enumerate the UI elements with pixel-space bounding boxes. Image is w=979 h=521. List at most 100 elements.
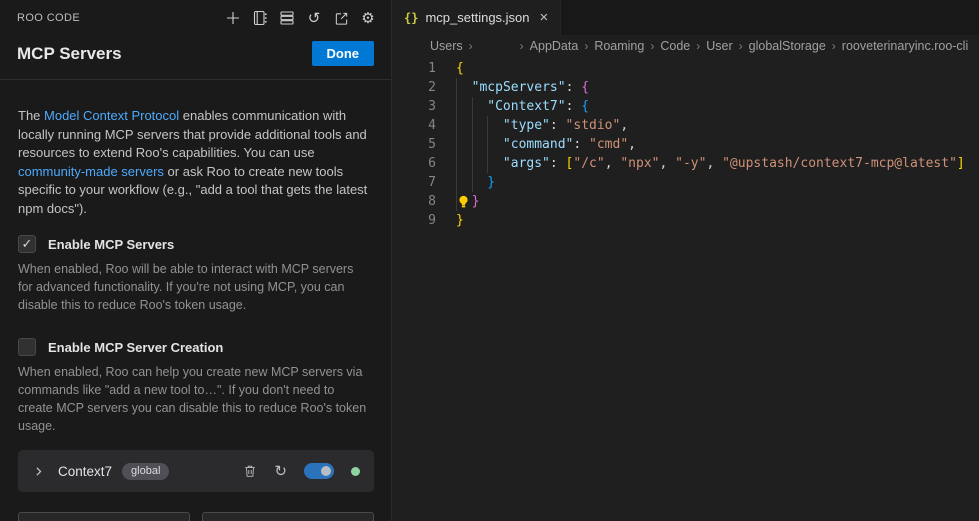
- app-window: ROO CODE ↺ ⚙ MCP Servers Done: [0, 0, 979, 521]
- code-line-content: }: [456, 211, 464, 230]
- code-token: [: [566, 154, 574, 173]
- breadcrumb-separator-icon: ›: [584, 39, 588, 53]
- description-text: The: [18, 108, 44, 123]
- line-number: 7: [392, 173, 436, 192]
- code-line[interactable]: 2 "mcpServers": {: [392, 78, 979, 97]
- history-icon[interactable]: ↺: [305, 9, 323, 27]
- breadcrumb: Users››AppData›Roaming›Code›User›globalS…: [392, 35, 979, 57]
- edit-global-mcp-button[interactable]: ✎ Edit Global MCP: [18, 512, 190, 521]
- delete-trash-icon[interactable]: [243, 464, 257, 478]
- code-token: :: [566, 97, 582, 116]
- tab-close-icon[interactable]: ×: [540, 10, 549, 25]
- code-line[interactable]: 6"args": ["/c", "npx", "-y", "@upstash/c…: [392, 154, 979, 173]
- mcp-servers-icon[interactable]: [278, 9, 296, 27]
- server-row-context7[interactable]: Context7 global ↻: [18, 450, 374, 492]
- code-token: "stdio": [566, 116, 621, 135]
- roo-code-panel: ROO CODE ↺ ⚙ MCP Servers Done: [0, 0, 392, 521]
- breadcrumb-item[interactable]: Users: [430, 39, 463, 53]
- tab-mcp-settings[interactable]: {} mcp_settings.json ×: [392, 0, 561, 35]
- code-token: "-y": [675, 154, 706, 173]
- code-token: ]: [957, 154, 965, 173]
- line-number: 9: [392, 211, 436, 230]
- breadcrumb-separator-icon: ›: [650, 39, 654, 53]
- code-token: :: [573, 135, 589, 154]
- indent-guide: [487, 135, 503, 154]
- code-line[interactable]: 8}: [392, 192, 979, 211]
- indent-guide: [487, 116, 503, 135]
- mcp-header: MCP Servers Done: [0, 27, 391, 79]
- lightbulb-icon[interactable]: [456, 192, 472, 211]
- model-context-protocol-link[interactable]: Model Context Protocol: [44, 108, 179, 123]
- code-token: "/c": [573, 154, 604, 173]
- breadcrumb-item[interactable]: Roaming: [594, 39, 644, 53]
- code-line[interactable]: 3"Context7": {: [392, 97, 979, 116]
- tab-filename: mcp_settings.json: [425, 10, 529, 25]
- open-in-editor-icon[interactable]: [332, 9, 350, 27]
- server-status-dot: [351, 467, 360, 476]
- code-token: "Context7": [487, 97, 565, 116]
- code-line[interactable]: 5"command": "cmd",: [392, 135, 979, 154]
- header-divider: [0, 79, 391, 80]
- code-token: "command": [503, 135, 573, 154]
- code-line-content: }: [456, 192, 479, 211]
- restart-refresh-icon[interactable]: ↻: [274, 464, 287, 479]
- enable-mcp-servers-checkbox[interactable]: ✓: [18, 235, 36, 253]
- breadcrumb-item[interactable]: rooveterinaryinc.roo-cli: [842, 39, 968, 53]
- expand-chevron-icon[interactable]: [32, 465, 45, 478]
- check-icon: ✓: [22, 236, 33, 252]
- server-enabled-toggle[interactable]: [304, 463, 334, 479]
- code-token: {: [581, 78, 589, 97]
- code-line-content: "args": ["/c", "npx", "-y", "@upstash/co…: [456, 154, 965, 173]
- code-line[interactable]: 1{: [392, 59, 979, 78]
- line-number: 4: [392, 116, 436, 135]
- enable-mcp-creation-checkbox[interactable]: ✓: [18, 338, 36, 356]
- code-token: ,: [706, 154, 722, 173]
- enable-mcp-creation-row: ✓ Enable MCP Server Creation: [18, 338, 373, 356]
- code-line-content: }: [456, 173, 495, 192]
- code-token: ,: [628, 135, 636, 154]
- breadcrumb-item[interactable]: AppData: [530, 39, 579, 53]
- line-number: 2: [392, 78, 436, 97]
- breadcrumb-separator-icon: ›: [696, 39, 700, 53]
- indent-guide: [472, 154, 488, 173]
- panel-toolbar: ↺ ⚙: [224, 9, 377, 27]
- server-row-actions: ↻: [243, 463, 360, 479]
- breadcrumb-separator-icon: ›: [520, 39, 524, 53]
- code-token: "npx": [620, 154, 659, 173]
- code-token: }: [472, 192, 480, 211]
- edit-project-mcp-button[interactable]: ✎ Edit Project MCP: [202, 512, 374, 521]
- code-line[interactable]: 7}: [392, 173, 979, 192]
- code-token: {: [456, 59, 464, 78]
- indent-guide: [472, 135, 488, 154]
- code-line[interactable]: 4"type": "stdio",: [392, 116, 979, 135]
- settings-gear-icon[interactable]: ⚙: [359, 9, 377, 27]
- breadcrumb-item[interactable]: Code: [660, 39, 690, 53]
- code-token: }: [456, 211, 464, 230]
- code-area[interactable]: 1{2"mcpServers": {3"Context7": {4"type":…: [392, 57, 979, 521]
- line-number: 1: [392, 59, 436, 78]
- code-token: :: [566, 78, 582, 97]
- done-button[interactable]: Done: [312, 41, 375, 66]
- json-file-icon: {}: [404, 11, 418, 25]
- new-task-plus-icon[interactable]: [224, 9, 242, 27]
- enable-mcp-creation-description: When enabled, Roo can help you create ne…: [18, 363, 368, 435]
- code-line[interactable]: 9}: [392, 211, 979, 230]
- line-number: 8: [392, 192, 436, 211]
- enable-mcp-servers-description: When enabled, Roo will be able to intera…: [18, 260, 368, 314]
- indent-guide: [472, 97, 488, 116]
- code-token: "@upstash/context7-mcp@latest": [722, 154, 957, 173]
- code-token: {: [581, 97, 589, 116]
- page-title: MCP Servers: [17, 44, 122, 64]
- indent-guide: [456, 135, 472, 154]
- panel-titlebar: ROO CODE ↺ ⚙: [0, 0, 391, 27]
- breadcrumb-item[interactable]: User: [706, 39, 732, 53]
- code-line-content: "Context7": {: [456, 97, 589, 116]
- prompts-notebook-icon[interactable]: [251, 9, 269, 27]
- breadcrumb-item[interactable]: globalStorage: [749, 39, 826, 53]
- server-scope-badge: global: [122, 463, 169, 480]
- community-made-servers-link[interactable]: community-made servers: [18, 164, 164, 179]
- indent-guide: [472, 173, 488, 192]
- code-token: ,: [605, 154, 621, 173]
- code-token: "mcpServers": [472, 78, 566, 97]
- code-line-content: "mcpServers": {: [456, 78, 589, 97]
